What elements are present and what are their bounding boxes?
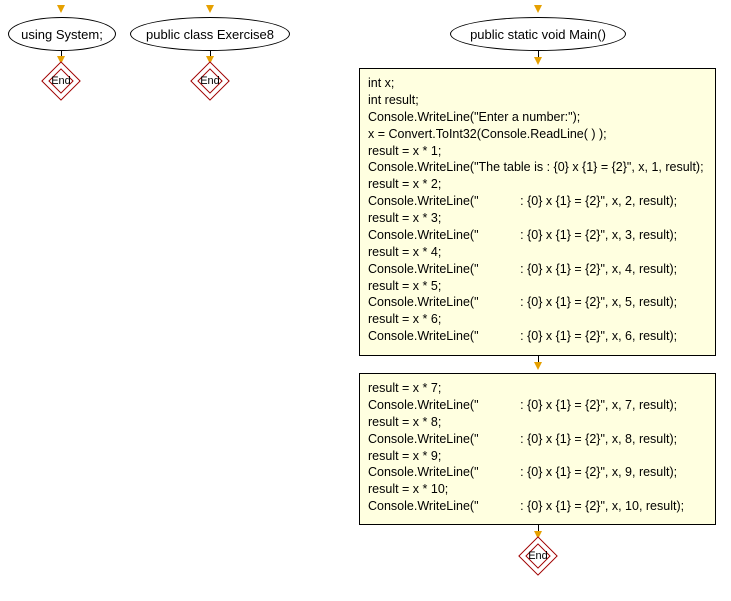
flowchart-node-main: public static void Main() [450,17,626,51]
arrow-head-icon [534,362,542,370]
end-label: End [51,75,71,87]
end-label: End [200,75,220,87]
node-label: using System; [21,27,103,42]
code-block-2: result = x * 7; Console.WriteLine(" : {0… [359,373,716,525]
arrow-head-icon [57,5,65,13]
flowchart-end-1: End [43,63,79,99]
arrow-head-icon [534,5,542,13]
node-label: public static void Main() [470,27,606,42]
flowchart-node-using: using System; [8,17,116,51]
flowchart-end-3: End [520,538,556,574]
flowchart-node-class: public class Exercise8 [130,17,290,51]
end-label: End [528,550,548,562]
node-label: public class Exercise8 [146,27,274,42]
arrow-head-icon [206,5,214,13]
flowchart-end-2: End [192,63,228,99]
code-block-1: int x; int result; Console.WriteLine("En… [359,68,716,356]
arrow-head-icon [534,57,542,65]
